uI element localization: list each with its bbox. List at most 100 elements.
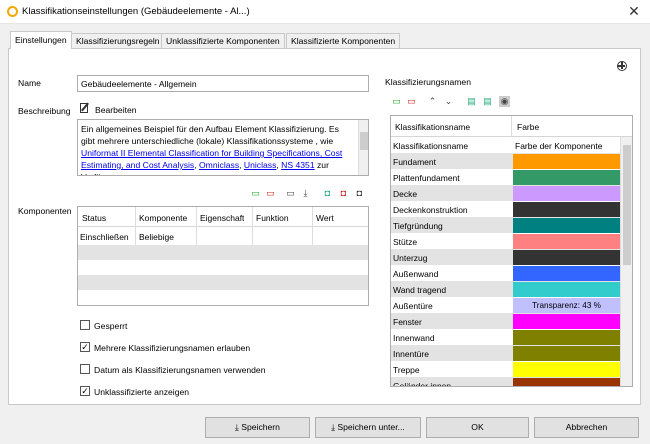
table-row[interactable]: Plattenfundament bbox=[391, 169, 620, 185]
visibility-icon[interactable]: ◉ bbox=[499, 96, 510, 107]
subheader-color: Farbe der Komponente bbox=[515, 141, 603, 151]
edit-description-button[interactable]: Bearbeiten bbox=[95, 105, 137, 115]
classname-cell[interactable]: Fundament bbox=[393, 157, 511, 167]
classname-cell[interactable]: Unterzug bbox=[393, 253, 511, 263]
color-swatch[interactable] bbox=[513, 186, 620, 201]
add-row-icon[interactable]: ▭ bbox=[250, 188, 261, 199]
save-as-button[interactable]: ⤓ Speichern unter... bbox=[315, 417, 421, 438]
remove-row-icon[interactable]: ▭ bbox=[265, 188, 276, 199]
move-down-icon[interactable]: ⌄ bbox=[443, 96, 454, 107]
include-icon[interactable]: ◘ bbox=[322, 188, 333, 199]
table-row[interactable]: Innentüre bbox=[391, 345, 620, 361]
table-row[interactable]: Treppe bbox=[391, 361, 620, 377]
import-icon[interactable]: ▤ bbox=[466, 96, 477, 107]
col-eigenschaft[interactable]: Eigenschaft bbox=[200, 213, 244, 223]
classname-cell[interactable]: Wand tragend bbox=[393, 285, 511, 295]
open-folder-icon[interactable]: ▭ bbox=[285, 188, 296, 199]
classname-cell[interactable]: Treppe bbox=[393, 365, 511, 375]
classname-cell[interactable]: Geländer innen bbox=[393, 381, 511, 386]
classname-cell[interactable]: Deckenkonstruktion bbox=[393, 205, 511, 215]
table-row[interactable]: Stütze bbox=[391, 233, 620, 249]
color-swatch[interactable] bbox=[513, 234, 620, 249]
gesperrt-checkbox[interactable] bbox=[80, 320, 90, 330]
show-unclassified-checkbox[interactable]: ✓ bbox=[80, 386, 90, 396]
cell-komponente[interactable]: Beliebige bbox=[139, 232, 174, 242]
table-row[interactable]: Unterzug bbox=[391, 249, 620, 265]
description-scrollbar[interactable] bbox=[358, 120, 368, 175]
col-color[interactable]: Farbe bbox=[517, 122, 539, 132]
table-row[interactable] bbox=[78, 275, 368, 290]
color-swatch[interactable] bbox=[513, 282, 620, 297]
table-row[interactable]: Einschließen Beliebige bbox=[78, 227, 368, 245]
multiple-names-checkbox[interactable]: ✓ bbox=[80, 342, 90, 352]
save-button[interactable]: ⤓ Speichern bbox=[205, 417, 310, 438]
close-icon[interactable]: ✕ bbox=[624, 2, 644, 20]
table-row[interactable] bbox=[78, 260, 368, 275]
omniclass-link[interactable]: Omniclass bbox=[199, 160, 239, 170]
table-row[interactable]: Fundament bbox=[391, 153, 620, 169]
color-swatch[interactable] bbox=[513, 202, 620, 217]
table-row[interactable]: Außenwand bbox=[391, 265, 620, 281]
globe-icon[interactable] bbox=[617, 61, 627, 71]
col-wert[interactable]: Wert bbox=[316, 213, 334, 223]
color-swatch[interactable] bbox=[513, 266, 620, 281]
color-swatch[interactable] bbox=[513, 154, 620, 169]
color-swatch[interactable] bbox=[513, 378, 620, 386]
col-classname[interactable]: Klassifikationsname bbox=[395, 122, 470, 132]
color-swatch[interactable] bbox=[513, 362, 620, 377]
table-row[interactable]: Außentüre Transparenz: 43 % bbox=[391, 297, 620, 313]
add-class-icon[interactable]: ▭ bbox=[391, 96, 402, 107]
classnames-scrollbar[interactable] bbox=[620, 137, 632, 386]
date-as-name-checkbox[interactable] bbox=[80, 364, 90, 374]
color-swatch[interactable] bbox=[513, 330, 620, 345]
classname-cell[interactable]: Innenwand bbox=[393, 333, 511, 343]
cancel-button[interactable]: Abbrechen bbox=[534, 417, 639, 438]
tab-klassifizierte-komponenten[interactable]: Klassifizierte Komponenten bbox=[286, 33, 401, 48]
tab-klassifizierungsregeln[interactable]: Klassifizierungsregeln bbox=[71, 33, 165, 48]
edit-icon[interactable] bbox=[79, 102, 91, 114]
name-input[interactable]: Gebäudeelemente - Allgemein bbox=[77, 75, 369, 92]
tab-unklassifizierte-komponenten[interactable]: Unklassifizierte Komponenten bbox=[161, 33, 285, 48]
ok-button[interactable]: OK bbox=[426, 417, 529, 438]
table-row[interactable]: Tiefgründung bbox=[391, 217, 620, 233]
table-row[interactable]: Geländer innen bbox=[391, 377, 620, 386]
classname-cell[interactable]: Außentüre bbox=[393, 301, 511, 311]
table-row[interactable] bbox=[78, 245, 368, 260]
remove-class-icon[interactable]: ▭ bbox=[406, 96, 417, 107]
col-komponente[interactable]: Komponente bbox=[139, 213, 187, 223]
color-swatch[interactable] bbox=[513, 218, 620, 233]
classname-cell[interactable]: Decke bbox=[393, 189, 511, 199]
move-up-icon[interactable]: ⌃ bbox=[427, 96, 438, 107]
color-swatch[interactable] bbox=[513, 346, 620, 361]
clear-icon[interactable]: ◘ bbox=[354, 188, 365, 199]
classnames-subheader-row[interactable]: Klassifikationsname Farbe der Komponente bbox=[391, 137, 620, 153]
color-swatch[interactable] bbox=[513, 170, 620, 185]
table-row[interactable]: Decke bbox=[391, 185, 620, 201]
cell-status[interactable]: Einschließen bbox=[80, 232, 129, 242]
classname-cell[interactable]: Tiefgründung bbox=[393, 221, 511, 231]
export-icon[interactable]: ▤ bbox=[482, 96, 493, 107]
classname-cell[interactable]: Außenwand bbox=[393, 269, 511, 279]
table-row[interactable]: Fenster bbox=[391, 313, 620, 329]
table-row[interactable]: Deckenkonstruktion bbox=[391, 201, 620, 217]
color-swatch[interactable]: Transparenz: 43 % bbox=[513, 298, 620, 313]
tab-einstellungen[interactable]: Einstellungen bbox=[10, 31, 72, 49]
col-funktion[interactable]: Funktion bbox=[256, 213, 289, 223]
color-swatch[interactable] bbox=[513, 314, 620, 329]
table-row[interactable]: Innenwand bbox=[391, 329, 620, 345]
classname-cell[interactable]: Fenster bbox=[393, 317, 511, 327]
classname-cell[interactable]: Plattenfundament bbox=[393, 173, 511, 183]
download-icon[interactable]: ⤓ bbox=[300, 188, 311, 199]
exclude-icon[interactable]: ◘ bbox=[338, 188, 349, 199]
table-row[interactable]: Wand tragend bbox=[391, 281, 620, 297]
classnames-table[interactable]: Klassifikationsname Farbe Klassifikation… bbox=[390, 115, 633, 387]
description-textbox[interactable]: Ein allgemeines Beispiel für den Aufbau … bbox=[77, 119, 369, 176]
color-swatch[interactable] bbox=[513, 250, 620, 265]
components-table[interactable]: Status Komponente Eigenschaft Funktion W… bbox=[77, 206, 369, 306]
save-as-icon: ⤓ bbox=[331, 422, 336, 432]
uniclass-link[interactable]: Uniclass bbox=[244, 160, 276, 170]
col-status[interactable]: Status bbox=[82, 213, 106, 223]
ns4351-link[interactable]: NS 4351 bbox=[281, 160, 314, 170]
classname-cell[interactable]: Stütze bbox=[393, 237, 511, 247]
classname-cell[interactable]: Innentüre bbox=[393, 349, 511, 359]
